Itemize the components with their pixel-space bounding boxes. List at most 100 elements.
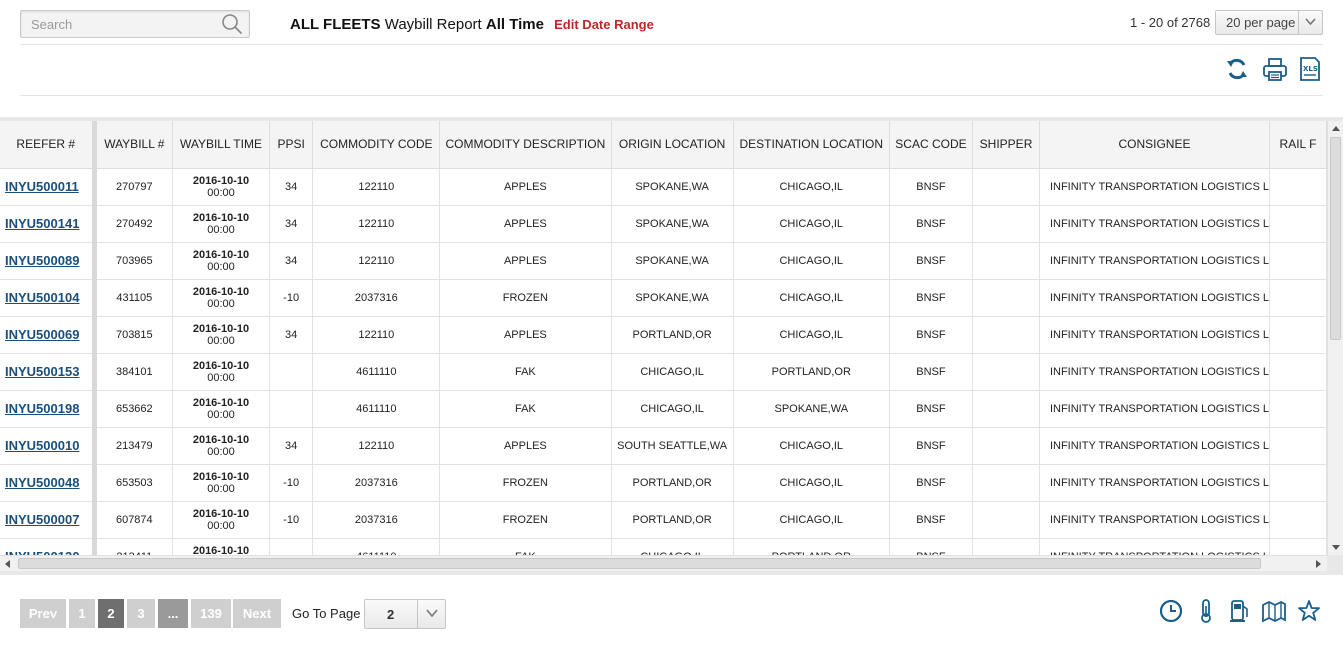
- page-ellipsis[interactable]: ...: [158, 599, 188, 628]
- reefer-link[interactable]: INYU500069: [5, 327, 79, 342]
- reefer-link[interactable]: INYU500153: [5, 364, 79, 379]
- table-row[interactable]: INYU500010 213479 2016-10-10 00:00 34 122110 A…: [0, 427, 1327, 465]
- scac-code-cell: BNSF: [889, 427, 974, 465]
- vertical-scroll-thumb[interactable]: [1330, 137, 1341, 340]
- print-icon[interactable]: [1262, 56, 1288, 82]
- page-139-button[interactable]: 139: [191, 599, 231, 628]
- destination-location-cell: PORTLAND,OR: [733, 353, 890, 391]
- per-page-select[interactable]: 20 per page: [1215, 10, 1323, 35]
- commodity-description-cell: APPLES: [439, 168, 612, 206]
- commodity-code-cell: 122110: [312, 427, 441, 465]
- reefer-link[interactable]: INYU500141: [5, 216, 79, 231]
- refresh-icon[interactable]: [1224, 56, 1250, 82]
- reefer-link[interactable]: INYU500010: [5, 438, 79, 453]
- column-header-rail[interactable]: RAIL F: [1269, 121, 1327, 169]
- reefer-link[interactable]: INYU500104: [5, 290, 79, 305]
- search-icon[interactable]: [221, 13, 243, 35]
- chevron-down-icon[interactable]: [417, 600, 445, 628]
- go-to-page-select[interactable]: 2: [364, 599, 446, 629]
- edit-date-range-link[interactable]: Edit Date Range: [554, 17, 654, 32]
- report-name: Waybill Report: [384, 16, 482, 33]
- waybill-cell: 270492: [94, 205, 174, 243]
- column-header-commodity-description[interactable]: COMMODITY DESCRIPTION: [439, 121, 612, 169]
- page-2-button[interactable]: 2: [98, 599, 124, 628]
- chevron-down-icon[interactable]: [1298, 11, 1322, 34]
- prev-page-button[interactable]: Prev: [20, 599, 66, 628]
- fuel-pump-icon[interactable]: [1226, 598, 1252, 624]
- column-header-shipper[interactable]: SHIPPER: [972, 121, 1040, 169]
- waybill-time: 00:00: [207, 186, 235, 199]
- waybill-table: REEFER # WAYBILL # WAYBILL TIME PPSI COMMODI…: [0, 121, 1327, 555]
- scac-code-cell: BNSF: [889, 205, 974, 243]
- column-header-waybill[interactable]: WAYBILL #: [94, 121, 174, 169]
- horizontal-scrollbar[interactable]: [0, 555, 1327, 571]
- reefer-link[interactable]: INYU500007: [5, 512, 79, 527]
- table-row[interactable]: INYU500069 703815 2016-10-10 00:00 34 122110 A…: [0, 316, 1327, 354]
- column-header-origin-location[interactable]: ORIGIN LOCATION: [611, 121, 734, 169]
- commodity-description-cell: APPLES: [439, 427, 612, 465]
- map-icon[interactable]: [1261, 598, 1287, 624]
- scroll-left-arrow[interactable]: [5, 560, 10, 568]
- consignee-cell: INFINITY TRANSPORTATION LOGISTICS L: [1039, 316, 1270, 354]
- scac-code-cell: BNSF: [889, 501, 974, 539]
- column-header-reefer[interactable]: REEFER #: [0, 121, 97, 169]
- star-icon[interactable]: [1296, 598, 1322, 624]
- column-header-commodity-code[interactable]: COMMODITY CODE: [312, 121, 441, 169]
- column-header-waybill-time[interactable]: WAYBILL TIME: [172, 121, 270, 169]
- waybill-cell: 653503: [94, 464, 174, 502]
- table-row[interactable]: INYU500011 270797 2016-10-10 00:00 34 122110 A…: [0, 168, 1327, 206]
- waybill-time-cell: 2016-10-1000:00: [172, 353, 270, 391]
- table-row[interactable]: INYU500141 270492 2016-10-10 00:00 34 122110 A…: [0, 205, 1327, 243]
- reefer-link[interactable]: INYU500011: [5, 179, 79, 194]
- reefer-cell: INYU500141: [0, 205, 97, 243]
- scroll-right-arrow[interactable]: [1316, 560, 1321, 568]
- clock-icon[interactable]: [1158, 598, 1184, 624]
- scroll-up-arrow[interactable]: [1332, 126, 1340, 131]
- column-header-destination-location[interactable]: DESTINATION LOCATION: [733, 121, 890, 169]
- table-row[interactable]: INYU5001302134112016-10-1000:00 4611110FA…: [0, 538, 1327, 555]
- table-row[interactable]: INYU500153 384101 2016-10-10 00:00 4611110 FA…: [0, 353, 1327, 391]
- waybill-date: 2016-10-10: [192, 285, 250, 298]
- reefer-link[interactable]: INYU500048: [5, 475, 79, 490]
- column-header-consignee[interactable]: CONSIGNEE: [1039, 121, 1270, 169]
- column-header-ppsi[interactable]: PPSI: [269, 121, 314, 169]
- ppsi-cell: 34: [269, 242, 314, 280]
- column-header-scac-code[interactable]: SCAC CODE: [889, 121, 974, 169]
- scac-code-cell: BNSF: [889, 316, 974, 354]
- thermometer-icon[interactable]: [1193, 598, 1219, 624]
- consignee-cell: INFINITY TRANSPORTATION LOGISTICS L: [1039, 353, 1270, 391]
- rail-cell: [1269, 242, 1327, 280]
- search-input[interactable]: [21, 11, 217, 37]
- table-row[interactable]: INYU500007 607874 2016-10-10 00:00 -10 203731…: [0, 501, 1327, 539]
- table-row[interactable]: INYU500089 703965 2016-10-10 00:00 34 122110 A…: [0, 242, 1327, 280]
- commodity-description-cell: FROZEN: [439, 279, 612, 317]
- origin-location-cell: CHICAGO,IL: [611, 390, 734, 428]
- reefer-cell: INYU500011: [0, 168, 97, 206]
- reefer-link[interactable]: INYU500198: [5, 401, 79, 416]
- destination-location-cell: CHICAGO,IL: [733, 501, 890, 539]
- waybill-time: 00:00: [207, 334, 235, 347]
- shipper-cell: [972, 279, 1040, 317]
- next-page-button[interactable]: Next: [233, 599, 281, 628]
- waybill-cell: 213411: [94, 538, 174, 555]
- commodity-code-cell: 4611110: [312, 538, 441, 555]
- page-3-button[interactable]: 3: [127, 599, 155, 628]
- horizontal-scroll-thumb[interactable]: [18, 558, 1261, 569]
- shipper-cell: [972, 501, 1040, 539]
- period-label: All Time: [485, 16, 544, 33]
- reefer-link[interactable]: INYU500089: [5, 253, 79, 268]
- ppsi-cell: -10: [269, 464, 314, 502]
- waybill-date: 2016-10-10: [192, 396, 250, 409]
- table-row[interactable]: INYU500198 653662 2016-10-10 00:00 4611110 FA…: [0, 390, 1327, 428]
- table-row[interactable]: INYU500104 431105 2016-10-10 00:00 -10 203731…: [0, 279, 1327, 317]
- waybill-time: 00:00: [207, 371, 235, 384]
- page-1-button[interactable]: 1: [69, 599, 95, 628]
- scroll-down-arrow[interactable]: [1332, 545, 1340, 550]
- waybill-time-cell: 2016-10-1000:00: [172, 538, 270, 555]
- destination-location-cell: CHICAGO,IL: [733, 242, 890, 280]
- go-to-page-label: Go To Page: [292, 606, 361, 621]
- xls-export-icon[interactable]: XLS: [1297, 56, 1323, 82]
- waybill-cell: 213479: [94, 427, 174, 465]
- vertical-scrollbar[interactable]: [1327, 121, 1343, 555]
- table-row[interactable]: INYU500048 653503 2016-10-10 00:00 -10 203731…: [0, 464, 1327, 502]
